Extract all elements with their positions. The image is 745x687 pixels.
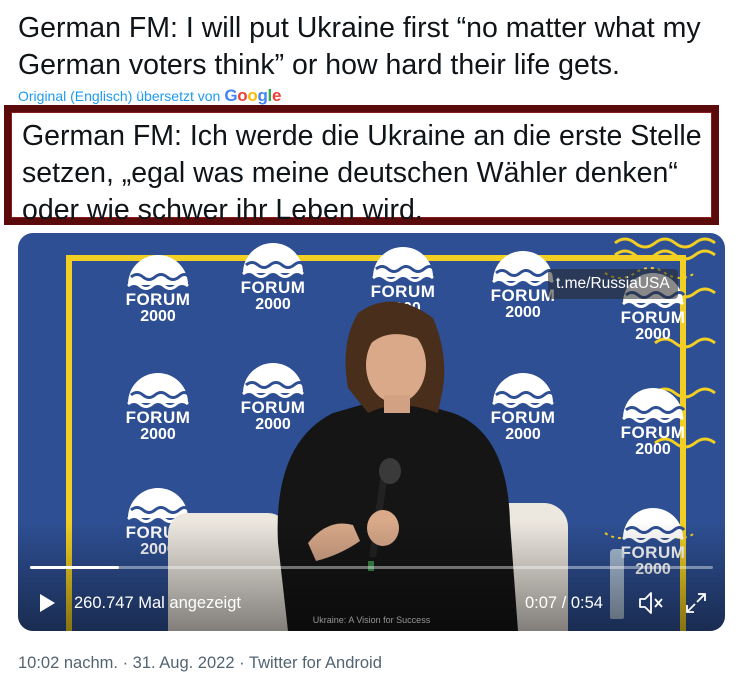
view-count: 260.747 Mal angezeigt <box>74 594 241 612</box>
tweet-time[interactable]: 10:02 nachm. <box>18 654 118 672</box>
video-progress-bar[interactable] <box>30 566 713 569</box>
tweet-metadata: 10:02 nachm. · 31. Aug. 2022 · Twitter f… <box>18 654 382 673</box>
forum-2000-logo: FORUM2000 <box>113 255 203 325</box>
forum-wave-icon <box>127 373 191 408</box>
forum-word: FORUM <box>620 423 686 442</box>
fullscreen-icon[interactable] <box>684 591 708 615</box>
forum-wave-icon <box>242 243 306 278</box>
forum-year: 2000 <box>140 308 176 325</box>
play-icon[interactable] <box>37 593 57 613</box>
forum-year: 2000 <box>635 326 671 343</box>
tweet-source[interactable]: Twitter for Android <box>249 654 382 672</box>
meta-separator: · <box>239 654 245 672</box>
channel-watermark: t.me/RussiaUSA <box>548 269 678 299</box>
forum-wave-icon <box>127 255 191 290</box>
video-lower-caption: Ukraine: A Vision for Success <box>312 615 431 625</box>
tweet-translated-text: German FM: Ich werde die Ukraine an die … <box>22 120 702 226</box>
translation-label: Original (Englisch) übersetzt von <box>18 88 221 104</box>
forum-word: FORUM <box>125 290 191 309</box>
forum-year: 2000 <box>140 426 176 443</box>
meta-separator: · <box>122 654 129 672</box>
forum-2000-logo: FORUM2000 <box>608 388 698 458</box>
mute-icon[interactable] <box>637 590 665 616</box>
forum-word: FORUM <box>125 408 191 427</box>
forum-wave-icon <box>622 388 686 423</box>
video-progress-fill <box>30 566 119 569</box>
forum-word: FORUM <box>620 308 686 327</box>
forum-wave-icon <box>372 247 436 282</box>
tweet-date[interactable]: 31. Aug. 2022 <box>133 654 235 672</box>
translated-text-highlight: German FM: Ich werde die Ukraine an die … <box>4 105 719 226</box>
video-player[interactable]: FORUM2000FORUM2000FORUM2000FORUM2000FORU… <box>18 233 725 631</box>
tweet-original-text: German FM: I will put Ukraine first “no … <box>18 12 701 81</box>
forum-year: 2000 <box>635 441 671 458</box>
playback-time: 0:07 / 0:54 <box>525 594 603 612</box>
forum-2000-logo: FORUM2000 <box>113 373 203 443</box>
google-logo: Google <box>224 86 282 105</box>
translation-attribution[interactable]: Original (Englisch) übersetzt von Google <box>18 86 281 106</box>
